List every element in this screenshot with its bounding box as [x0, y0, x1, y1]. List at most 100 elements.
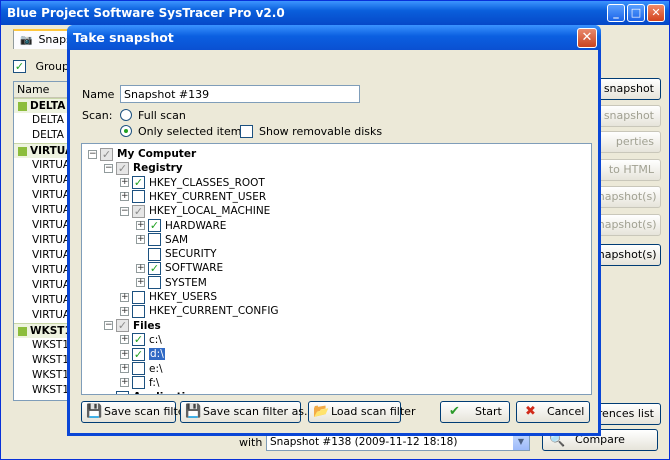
- expand-icon[interactable]: +: [136, 263, 145, 273]
- tree-item-checkbox[interactable]: ✓: [132, 347, 145, 361]
- start-button[interactable]: ✔ Start: [440, 401, 510, 423]
- save-scan-filter-button[interactable]: 💾 Save scan filter: [81, 401, 189, 423]
- expand-icon[interactable]: +: [136, 235, 145, 245]
- chevron-down-icon[interactable]: ▼: [513, 434, 529, 450]
- tree-item[interactable]: + e:\: [120, 362, 163, 376]
- tree-item[interactable]: + HKEY_CURRENT_CONFIG: [120, 304, 279, 318]
- collapse-icon[interactable]: −: [88, 149, 97, 159]
- tree-item[interactable]: + f:\: [120, 376, 159, 390]
- list-group-header[interactable]: WKST1: [14, 323, 74, 338]
- expand-icon[interactable]: +: [120, 364, 129, 373]
- show-removable-checkbox[interactable]: Show removable disks: [240, 124, 382, 138]
- tree-item-checkbox[interactable]: ✓: [100, 147, 113, 161]
- tree-item[interactable]: + ✓ HKEY_CLASSES_ROOT: [120, 176, 265, 190]
- expand-icon[interactable]: +: [120, 306, 129, 316]
- side-button[interactable]: snapshot(s): [591, 244, 661, 266]
- list-item[interactable]: VIRTUA: [14, 248, 74, 263]
- expand-icon[interactable]: +: [120, 178, 129, 188]
- tree-item[interactable]: + ✓ HARDWARE: [136, 219, 226, 233]
- tree-item-checkbox[interactable]: ✓: [132, 176, 145, 190]
- tree-item[interactable]: − ✓ My Computer: [88, 147, 196, 161]
- list-item[interactable]: VIRTUA: [14, 188, 74, 203]
- tree-item-checkbox[interactable]: [132, 376, 145, 390]
- collapse-icon[interactable]: −: [104, 321, 113, 331]
- tree-item-checkbox[interactable]: [148, 233, 161, 247]
- radio-circle[interactable]: [120, 125, 132, 137]
- save-scan-filter-as-button[interactable]: 💾 Save scan filter as...: [180, 401, 315, 423]
- list-item[interactable]: WKST1: [14, 338, 74, 353]
- side-button[interactable]: snapshot(s): [591, 186, 661, 208]
- side-button[interactable]: perties: [591, 131, 661, 153]
- list-item[interactable]: VIRTUA: [14, 293, 74, 308]
- list-item[interactable]: DELTA -: [14, 128, 74, 143]
- list-group-header[interactable]: VIRTUA: [14, 143, 74, 158]
- snapshot-name-input[interactable]: [120, 85, 360, 103]
- expand-icon[interactable]: +: [120, 335, 129, 345]
- collapse-icon[interactable]: −: [120, 206, 129, 216]
- expand-icon[interactable]: +: [120, 378, 129, 388]
- tree-item-checkbox[interactable]: ✓: [132, 333, 145, 347]
- tree-item-checkbox[interactable]: [132, 290, 145, 304]
- tree-item[interactable]: + ✓ SOFTWARE: [136, 261, 223, 275]
- tree-item-checkbox[interactable]: [132, 304, 145, 318]
- tree-item[interactable]: + HKEY_CURRENT_USER: [120, 190, 266, 204]
- tree-item-checkbox[interactable]: ✓: [148, 261, 161, 275]
- tree-item[interactable]: + ✓ d:\: [120, 347, 165, 361]
- list-item[interactable]: VIRTUA: [14, 203, 74, 218]
- checkbox-box[interactable]: ✓: [13, 59, 26, 73]
- checkbox-box[interactable]: [240, 124, 253, 138]
- expand-icon[interactable]: +: [120, 292, 129, 302]
- tree-item-checkbox[interactable]: [148, 247, 161, 261]
- list-item[interactable]: VIRTUA: [14, 278, 74, 293]
- cancel-button[interactable]: ✖ Cancel: [516, 401, 590, 423]
- list-item[interactable]: DELTA -: [14, 113, 74, 128]
- tree-item[interactable]: − ✓ Files: [104, 319, 161, 333]
- side-button[interactable]: snapshot(s): [591, 214, 661, 236]
- side-button[interactable]: snapshot: [591, 105, 661, 127]
- tree-item[interactable]: − ✓ HKEY_LOCAL_MACHINE: [120, 204, 270, 218]
- tree-item[interactable]: + SAM: [136, 233, 188, 247]
- close-icon[interactable]: ✕: [577, 28, 597, 48]
- tree-item-checkbox[interactable]: ✓: [116, 319, 129, 333]
- list-item[interactable]: VIRTUA: [14, 218, 74, 233]
- collapse-icon[interactable]: −: [104, 163, 113, 173]
- expand-icon[interactable]: +: [136, 221, 145, 230]
- side-button[interactable]: to HTML: [591, 159, 661, 181]
- list-item[interactable]: WKST1: [14, 368, 74, 383]
- list-header-name[interactable]: Name: [14, 82, 74, 98]
- full-scan-radio[interactable]: Full scan: [120, 108, 186, 122]
- snapshot-list[interactable]: Name DELTA DELTA - DELTA - VIRTUA VIRTUA VIRT…: [13, 81, 75, 401]
- tree-item[interactable]: + SYSTEM: [136, 276, 207, 290]
- tree-item-checkbox[interactable]: ✓: [148, 219, 161, 232]
- expand-icon[interactable]: +: [120, 349, 129, 359]
- list-item[interactable]: VIRTUA: [14, 263, 74, 278]
- list-item[interactable]: WKST1: [14, 383, 74, 398]
- scan-tree[interactable]: − ✓ My Computer − ✓ Registry + ✓ HKEY_CLASSES_RO…: [81, 143, 592, 395]
- side-button[interactable]: snapshot: [591, 78, 661, 100]
- list-group-header[interactable]: DELTA: [14, 98, 74, 113]
- tree-item[interactable]: + ✓ c:\: [120, 333, 162, 347]
- load-scan-filter-button[interactable]: 📂 Load scan filter: [308, 401, 415, 423]
- list-item[interactable]: VIRTUA: [14, 173, 74, 188]
- tree-item[interactable]: + HKEY_USERS: [120, 290, 217, 304]
- expand-icon[interactable]: +: [136, 278, 145, 288]
- tree-item-checkbox[interactable]: ✓: [116, 390, 129, 394]
- expand-icon[interactable]: +: [120, 192, 129, 202]
- tree-item-checkbox[interactable]: [148, 276, 161, 290]
- tree-item-checkbox[interactable]: ✓: [132, 204, 145, 218]
- tree-item[interactable]: SECURITY: [136, 247, 217, 261]
- list-item[interactable]: VIRTUA: [14, 158, 74, 173]
- tree-item-checkbox[interactable]: [132, 190, 145, 204]
- close-icon[interactable]: ✕: [647, 4, 665, 22]
- tree-item-checkbox[interactable]: [132, 362, 145, 375]
- only-selected-radio[interactable]: Only selected items: [120, 124, 247, 138]
- tree-item[interactable]: ✓ Applications: [104, 390, 206, 394]
- radio-circle[interactable]: [120, 109, 132, 121]
- tree-item-checkbox[interactable]: ✓: [116, 161, 129, 175]
- tree-item[interactable]: − ✓ Registry: [104, 161, 183, 175]
- maximize-icon[interactable]: □: [627, 4, 645, 22]
- minimize-icon[interactable]: _: [607, 4, 625, 22]
- list-item[interactable]: VIRTUA: [14, 233, 74, 248]
- list-item[interactable]: WKST1: [14, 353, 74, 368]
- list-item[interactable]: VIRTUA: [14, 308, 74, 323]
